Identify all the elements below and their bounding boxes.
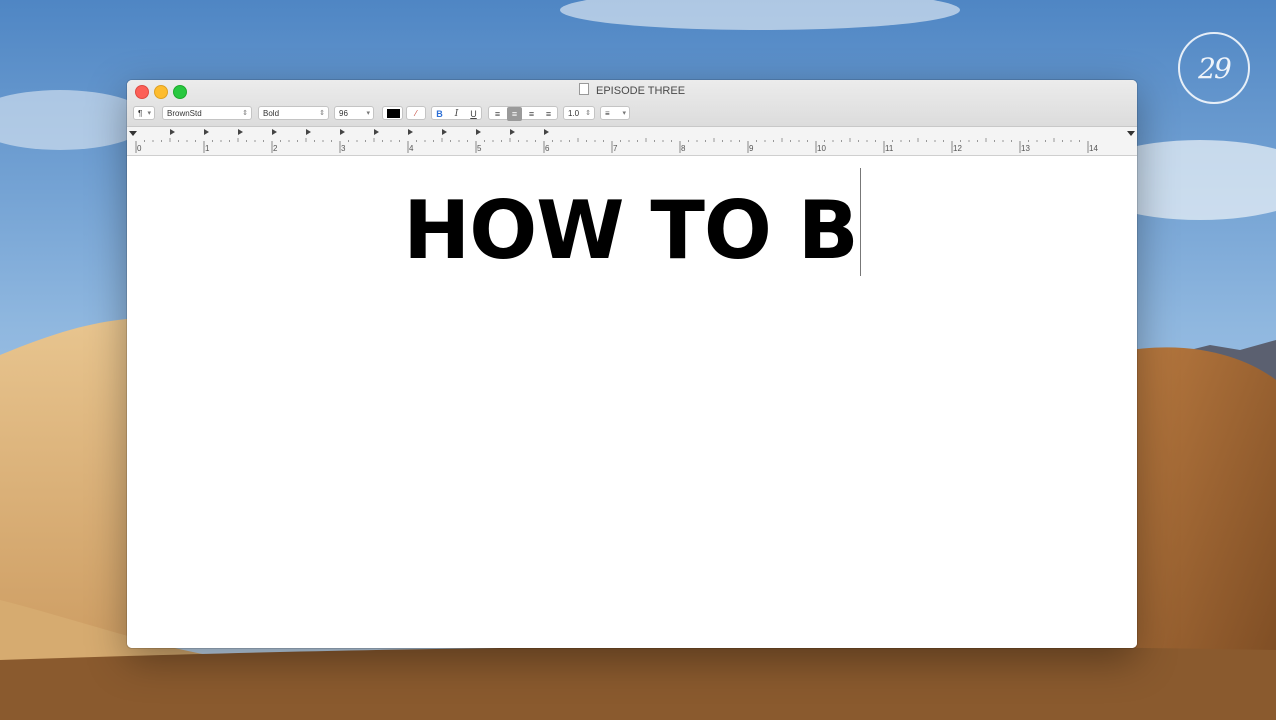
document-icon <box>578 83 589 95</box>
font-family-value: BrownStd <box>167 109 202 118</box>
desktop: 29 EPISODE THREE ¶ ▾ BrownStd ⇕ Bold ⇕ 9… <box>0 0 1276 720</box>
tab-stop-marker[interactable] <box>442 129 447 135</box>
tab-stop-marker[interactable] <box>374 129 379 135</box>
text-caret <box>859 168 861 276</box>
ruler-label: 7 <box>613 144 618 153</box>
text-color-well[interactable] <box>382 106 403 120</box>
ruler[interactable]: 0 1 2 3 4 5 6 7 8 9 10 11 12 13 14 <box>127 127 1137 156</box>
tab-stop-marker[interactable] <box>340 129 345 135</box>
document-text: HOW TO B <box>403 184 858 277</box>
tab-stop-marker[interactable] <box>272 129 277 135</box>
updown-icon: ⇕ <box>585 110 591 117</box>
alignment-control: ≡ ≡ ≡ ≡ <box>488 106 558 121</box>
paragraph-style-popup[interactable]: ¶ ▾ <box>133 106 155 120</box>
align-left-icon[interactable]: ≡ <box>490 107 505 121</box>
left-indent-marker[interactable] <box>129 131 137 136</box>
underline-button[interactable]: U <box>466 107 481 121</box>
align-justify-icon[interactable]: ≡ <box>541 107 556 121</box>
font-style-popup[interactable]: Bold ⇕ <box>258 106 329 120</box>
text-color-swatch <box>387 109 400 118</box>
ruler-label: 4 <box>409 144 414 153</box>
font-family-popup[interactable]: BrownStd ⇕ <box>162 106 252 120</box>
updown-icon: ⇕ <box>319 110 325 117</box>
highlight-none-icon: ⁄ <box>415 109 417 118</box>
line-spacing-popup[interactable]: 1.0 ⇕ <box>563 106 595 120</box>
ruler-label: 1 <box>205 144 210 153</box>
titlebar[interactable]: EPISODE THREE ¶ ▾ BrownStd ⇕ Bold ⇕ 96 ▾ <box>127 80 1137 127</box>
tab-stop-marker[interactable] <box>408 129 413 135</box>
ruler-label: 12 <box>953 144 962 153</box>
refinery29-logo: 29 <box>1178 32 1250 104</box>
chevron-down-icon: ▾ <box>366 110 370 117</box>
tab-stop-marker[interactable] <box>544 129 549 135</box>
line-spacing-value: 1.0 <box>568 109 580 118</box>
paragraph-style-label: ¶ <box>138 109 143 118</box>
ruler-label: 0 <box>137 144 142 153</box>
tab-stop-marker[interactable] <box>204 129 209 135</box>
watermark-text: 29 <box>1198 51 1232 85</box>
italic-button[interactable]: I <box>449 107 464 121</box>
tab-stop-marker[interactable] <box>170 129 175 135</box>
ruler-scale: 0 1 2 3 4 5 6 7 8 9 10 11 12 13 14 <box>129 129 1135 153</box>
tab-stop-marker[interactable] <box>306 129 311 135</box>
chevron-down-icon: ▾ <box>622 110 626 117</box>
font-style-value: Bold <box>263 109 280 118</box>
updown-icon: ⇕ <box>242 110 248 117</box>
highlight-color-well[interactable]: ⁄ <box>406 106 426 120</box>
textedit-window[interactable]: EPISODE THREE ¶ ▾ BrownStd ⇕ Bold ⇕ 96 ▾ <box>127 80 1137 648</box>
document-editor[interactable]: HOW TO B <box>127 156 1137 648</box>
chevron-down-icon: ▾ <box>147 110 151 117</box>
list-bullets-popup[interactable]: ≡ ▾ <box>600 106 630 120</box>
tab-stop-marker[interactable] <box>510 129 515 135</box>
font-size-field[interactable]: 96 ▾ <box>334 106 374 120</box>
window-title: EPISODE THREE <box>596 85 686 97</box>
ruler-label: 13 <box>1021 144 1030 153</box>
style-buttons: B I U <box>431 106 482 120</box>
align-center-icon[interactable]: ≡ <box>507 107 522 121</box>
ruler-label: 5 <box>477 144 482 153</box>
ruler-label: 8 <box>681 144 686 153</box>
right-indent-marker[interactable] <box>1127 131 1135 136</box>
document-body[interactable]: HOW TO B <box>127 168 1137 281</box>
ruler-label: 10 <box>817 144 826 153</box>
bold-button[interactable]: B <box>432 107 447 121</box>
window-title-area: EPISODE THREE <box>127 83 1137 97</box>
ruler-label: 6 <box>545 144 550 153</box>
ruler-label: 3 <box>341 144 346 153</box>
ruler-label: 14 <box>1089 144 1098 153</box>
format-toolbar: ¶ ▾ BrownStd ⇕ Bold ⇕ 96 ▾ ⁄ B I U ≡ ≡ ≡… <box>133 106 1133 122</box>
tab-stop-marker[interactable] <box>238 129 243 135</box>
list-icon: ≡ <box>605 109 610 118</box>
tab-stop-marker[interactable] <box>476 129 481 135</box>
ruler-label: 2 <box>273 144 278 153</box>
font-size-value: 96 <box>339 109 348 118</box>
ruler-label: 11 <box>885 144 894 153</box>
align-right-icon[interactable]: ≡ <box>524 107 539 121</box>
ruler-label: 9 <box>749 144 754 153</box>
